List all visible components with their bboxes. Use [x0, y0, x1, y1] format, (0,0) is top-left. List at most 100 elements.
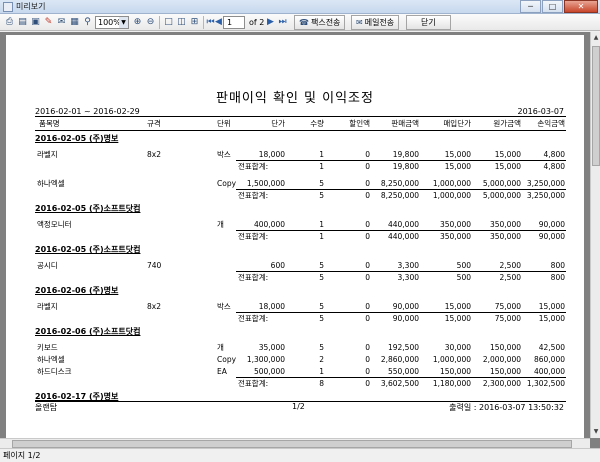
- vertical-scrollbar[interactable]: ▲ ▼: [590, 32, 600, 438]
- cell: 150,000: [489, 343, 521, 352]
- cell: 전표합계:: [238, 379, 269, 388]
- cell: 800: [550, 273, 565, 282]
- cell: 1: [319, 162, 324, 171]
- maximize-button[interactable]: □: [542, 0, 563, 13]
- cell: 350,000: [489, 232, 521, 241]
- cell: 0: [365, 379, 370, 388]
- cell: 19,800: [392, 162, 419, 171]
- page-number-input[interactable]: 1: [223, 16, 245, 29]
- horizontal-scroll-thumb[interactable]: [12, 440, 572, 448]
- subtotal-row: 전표합계: 5 0 90,000 15,000 75,000 15,000: [35, 313, 566, 325]
- close-window-button[interactable]: ✕: [564, 0, 598, 13]
- subtotal-row: 전표합계: 8 0 3,602,500 1,180,000 2,300,000 1,302,…: [35, 378, 566, 390]
- page-total: of 2: [249, 18, 265, 27]
- footer-print-time: 출력일 : 2016-03-07 13:50:32: [449, 403, 564, 412]
- cell: 1,302,500: [526, 379, 565, 388]
- horizontal-scrollbar[interactable]: [0, 438, 590, 448]
- column-header: 단위: [217, 119, 231, 128]
- two-page-icon[interactable]: ◫: [176, 17, 187, 28]
- cell: 2: [319, 355, 324, 364]
- subtotal-row: 전표합계: 5 0 8,250,000 1,000,000 5,000,000 3,250,…: [35, 190, 566, 202]
- vertical-scroll-thumb[interactable]: [592, 46, 600, 166]
- column-header: 규격: [147, 119, 161, 128]
- group-title: 2016-02-17 (주)명보: [35, 392, 119, 401]
- cell: 공시디: [37, 261, 58, 270]
- zoom-out-icon[interactable]: ⊖: [145, 17, 156, 28]
- mail-send-button[interactable]: ✉ 메일전송: [351, 15, 400, 30]
- cell: 2,300,000: [482, 379, 521, 388]
- cell: 2,860,000: [380, 355, 419, 364]
- cell: 전표합계:: [238, 191, 269, 200]
- column-header-row: 품목명 규격 단위 단가 수량 할인액 판매금액 매입단가 원가금액 손익금액: [35, 118, 566, 130]
- fax-send-button[interactable]: ☎ 팩스전송: [294, 15, 346, 30]
- cell: 라벨지: [37, 302, 58, 311]
- cell: 8: [319, 379, 324, 388]
- table-row: 하나엑셀 Copy 1,300,000 2 0 2,860,000 1,000,000 2,0…: [35, 354, 566, 366]
- cell: 1,180,000: [432, 379, 471, 388]
- mail-icon[interactable]: ✉: [56, 17, 67, 28]
- fax-icon: ☎: [299, 18, 309, 27]
- minimize-button[interactable]: ─: [520, 0, 541, 13]
- column-header: 수량: [310, 119, 324, 128]
- scroll-up-icon[interactable]: ▲: [592, 33, 600, 43]
- cell: 8x2: [147, 302, 161, 311]
- cell: 전표합계:: [238, 314, 269, 323]
- title-bar: 미리보기 ─ □ ✕: [0, 0, 600, 14]
- toolbar-divider: [203, 16, 204, 29]
- zoom-select[interactable]: 100% ▼: [95, 16, 129, 29]
- cell: 0: [365, 343, 370, 352]
- column-header: 원가금액: [493, 119, 521, 128]
- single-page-icon[interactable]: □: [163, 17, 174, 28]
- cell: 박스: [217, 302, 231, 311]
- next-page-icon[interactable]: ▶: [265, 17, 276, 28]
- cell: 2,000,000: [482, 355, 521, 364]
- cell: 0: [365, 162, 370, 171]
- multi-page-icon[interactable]: ⊞: [189, 17, 200, 28]
- find-icon[interactable]: ⚲: [82, 17, 93, 28]
- pdf-icon[interactable]: ✎: [43, 17, 54, 28]
- cell: 하드디스크: [37, 367, 72, 376]
- mail-send-label: 메일전송: [364, 18, 395, 27]
- report-date-range: 2016-02-01 ~ 2016-02-29: [35, 107, 140, 116]
- cell: 15,000: [538, 314, 565, 323]
- excel-icon[interactable]: ▦: [69, 17, 80, 28]
- cell: 15,000: [494, 162, 521, 171]
- group-title: 2016-02-06 (주)소프트닷컴: [35, 327, 141, 336]
- fax-send-label: 팩스전송: [310, 18, 341, 27]
- group-title: 2016-02-05 (주)소프트닷컴: [35, 245, 141, 254]
- cell: 350,000: [439, 232, 471, 241]
- footer-page: 1/2: [292, 402, 305, 411]
- group-title: 2016-02-05 (주)명보: [35, 134, 119, 143]
- cell: 8,250,000: [380, 191, 419, 200]
- last-page-icon[interactable]: ⏭: [277, 17, 288, 28]
- cell: 860,000: [533, 355, 565, 364]
- header-bottom-rule: [35, 130, 566, 131]
- chevron-down-icon[interactable]: ▼: [119, 17, 128, 28]
- cell: 전표합계:: [238, 232, 269, 241]
- print-icon[interactable]: ⎙: [4, 17, 15, 28]
- cell: 3,300: [397, 273, 419, 282]
- cell: 192,500: [387, 343, 419, 352]
- toolbar-divider: [159, 16, 160, 29]
- envelope-icon: ✉: [356, 18, 363, 27]
- cell: 740: [147, 261, 162, 270]
- report-date: 2016-03-07: [517, 107, 565, 116]
- subtotal-row: 전표합계: 1 0 19,800 15,000 15,000 4,800: [35, 161, 566, 173]
- close-button[interactable]: 닫기: [406, 15, 451, 30]
- window-controls: ─ □ ✕: [519, 0, 598, 13]
- cell: 5: [319, 314, 324, 323]
- report-title: 판매이익 확인 및 이익조정: [216, 91, 374, 106]
- zoom-in-icon[interactable]: ⊕: [132, 17, 143, 28]
- cell: Copy: [217, 355, 237, 364]
- column-header: 품목명: [39, 119, 60, 128]
- report-page: 판매이익 확인 및 이익조정 2016-02-01 ~ 2016-02-29 2…: [6, 35, 584, 448]
- cell: 42,500: [538, 343, 565, 352]
- cell: EA: [217, 367, 227, 376]
- save-icon[interactable]: ▣: [30, 17, 41, 28]
- cell: 15,000: [444, 314, 471, 323]
- print-setup-icon[interactable]: ▤: [17, 17, 28, 28]
- scroll-down-icon[interactable]: ▼: [592, 427, 600, 437]
- cell: 3,602,500: [380, 379, 419, 388]
- cell: 440,000: [387, 232, 419, 241]
- cell: Copy: [217, 179, 237, 188]
